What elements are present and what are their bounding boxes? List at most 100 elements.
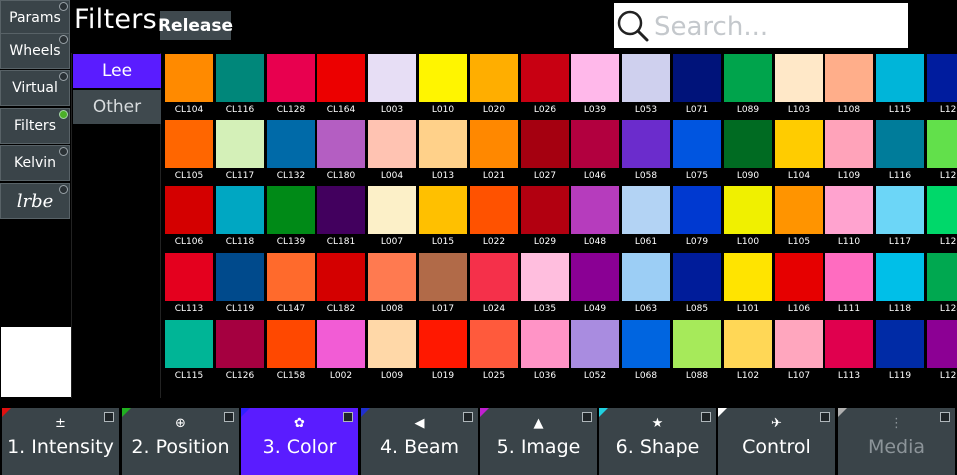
filter-swatch-l017[interactable] bbox=[419, 253, 467, 301]
filter-swatch-l106[interactable] bbox=[775, 253, 823, 301]
filter-swatch-l022[interactable] bbox=[470, 186, 518, 234]
filter-swatch-l063[interactable] bbox=[622, 253, 670, 301]
filter-swatch-cl117[interactable] bbox=[216, 120, 264, 168]
filter-swatch-l124[interactable] bbox=[927, 253, 957, 301]
manufacturer-lee[interactable]: Lee bbox=[73, 54, 161, 88]
filter-swatch-l046[interactable] bbox=[571, 120, 619, 168]
filter-swatch-l079[interactable] bbox=[673, 186, 721, 234]
filter-swatch-l027[interactable] bbox=[521, 120, 569, 168]
filter-swatch-l101[interactable] bbox=[724, 253, 772, 301]
tab-beam[interactable]: ◀ 4. Beam bbox=[361, 408, 478, 475]
filter-swatch-l026[interactable] bbox=[521, 54, 569, 102]
filter-swatch-l049[interactable] bbox=[571, 253, 619, 301]
filter-swatch-l015[interactable] bbox=[419, 186, 467, 234]
filter-swatch-l104[interactable] bbox=[775, 120, 823, 168]
filter-swatch-l109[interactable] bbox=[825, 120, 873, 168]
filter-swatch-l103[interactable] bbox=[775, 54, 823, 102]
filter-swatch-l013[interactable] bbox=[419, 120, 467, 168]
filter-swatch-l068[interactable] bbox=[622, 320, 670, 368]
filter-swatch-cl116[interactable] bbox=[216, 54, 264, 102]
filter-swatch-l107[interactable] bbox=[775, 320, 823, 368]
filter-swatch-l039[interactable] bbox=[571, 54, 619, 102]
filter-swatch-cl104[interactable] bbox=[165, 54, 213, 102]
filter-swatch-l053[interactable] bbox=[622, 54, 670, 102]
filter-swatch-l003[interactable] bbox=[368, 54, 416, 102]
tab-select-checkbox[interactable] bbox=[463, 412, 473, 422]
filter-swatch-l009[interactable] bbox=[368, 320, 416, 368]
search-box[interactable] bbox=[614, 3, 908, 48]
filter-swatch-cl164[interactable] bbox=[317, 54, 365, 102]
search-input[interactable] bbox=[652, 10, 906, 44]
filter-swatch-l100[interactable] bbox=[724, 186, 772, 234]
filter-swatch-l020[interactable] bbox=[470, 54, 518, 102]
filter-swatch-l118[interactable] bbox=[876, 253, 924, 301]
filter-swatch-cl119[interactable] bbox=[216, 253, 264, 301]
tab-image[interactable]: ▲ 5. Image bbox=[480, 408, 597, 475]
filter-swatch-l036[interactable] bbox=[521, 320, 569, 368]
filter-swatch-l008[interactable] bbox=[368, 253, 416, 301]
filter-swatch-l115[interactable] bbox=[876, 54, 924, 102]
filter-swatch-l116[interactable] bbox=[876, 120, 924, 168]
filter-swatch-l105[interactable] bbox=[775, 186, 823, 234]
nav-wheels-button[interactable]: Wheels bbox=[0, 33, 70, 69]
filter-swatch-l088[interactable] bbox=[673, 320, 721, 368]
filter-swatch-cl182[interactable] bbox=[317, 253, 365, 301]
filter-swatch-cl158[interactable] bbox=[267, 320, 315, 368]
filter-swatch-l090[interactable] bbox=[724, 120, 772, 168]
filter-swatch-cl113[interactable] bbox=[165, 253, 213, 301]
tab-select-checkbox[interactable] bbox=[701, 412, 711, 422]
tab-control[interactable]: ✈ Control bbox=[718, 408, 835, 475]
tab-select-checkbox[interactable] bbox=[224, 412, 234, 422]
tab-media[interactable]: ⋮ Media bbox=[838, 408, 955, 475]
filter-swatch-l052[interactable] bbox=[571, 320, 619, 368]
tab-select-checkbox[interactable] bbox=[940, 412, 950, 422]
filter-swatch-l126[interactable] bbox=[927, 320, 957, 368]
tab-select-checkbox[interactable] bbox=[820, 412, 830, 422]
filter-swatch-l029[interactable] bbox=[521, 186, 569, 234]
filter-swatch-cl132[interactable] bbox=[267, 120, 315, 168]
filter-swatch-cl105[interactable] bbox=[165, 120, 213, 168]
nav-virtual-button[interactable]: Virtual bbox=[0, 70, 70, 106]
filter-swatch-l102[interactable] bbox=[724, 320, 772, 368]
filter-swatch-cl147[interactable] bbox=[267, 253, 315, 301]
filter-swatch-l004[interactable] bbox=[368, 120, 416, 168]
filter-swatch-l025[interactable] bbox=[470, 320, 518, 368]
filter-swatch-cl118[interactable] bbox=[216, 186, 264, 234]
nav-kelvin-button[interactable]: Kelvin bbox=[0, 145, 70, 181]
filter-swatch-l035[interactable] bbox=[521, 253, 569, 301]
tab-select-checkbox[interactable] bbox=[343, 412, 353, 422]
manufacturer-other[interactable]: Other bbox=[73, 90, 161, 124]
filter-swatch-l113[interactable] bbox=[825, 320, 873, 368]
filter-swatch-cl139[interactable] bbox=[267, 186, 315, 234]
tab-select-checkbox[interactable] bbox=[104, 412, 114, 422]
filter-swatch-l117[interactable] bbox=[876, 186, 924, 234]
filter-swatch-cl106[interactable] bbox=[165, 186, 213, 234]
filter-swatch-l110[interactable] bbox=[825, 186, 873, 234]
nav-filters-button[interactable]: Filters bbox=[0, 108, 70, 144]
filter-swatch-cl128[interactable] bbox=[267, 54, 315, 102]
filter-swatch-l122[interactable] bbox=[927, 186, 957, 234]
filter-swatch-l089[interactable] bbox=[724, 54, 772, 102]
tab-shape[interactable]: ★ 6. Shape bbox=[599, 408, 716, 475]
filter-swatch-l111[interactable] bbox=[825, 253, 873, 301]
filter-swatch-cl180[interactable] bbox=[317, 120, 365, 168]
filter-swatch-cl181[interactable] bbox=[317, 186, 365, 234]
filter-swatch-l021[interactable] bbox=[470, 120, 518, 168]
filter-swatch-l071[interactable] bbox=[673, 54, 721, 102]
tab-position[interactable]: ⊕ 2. Position bbox=[122, 408, 239, 475]
filter-swatch-l119[interactable] bbox=[876, 320, 924, 368]
filter-swatch-l002[interactable] bbox=[317, 320, 365, 368]
filter-swatch-l120[interactable] bbox=[927, 54, 957, 102]
nav-lrbe-button[interactable]: lrbe bbox=[0, 183, 70, 219]
filter-swatch-l075[interactable] bbox=[673, 120, 721, 168]
tab-select-checkbox[interactable] bbox=[582, 412, 592, 422]
filter-swatch-l061[interactable] bbox=[622, 186, 670, 234]
filter-swatch-l085[interactable] bbox=[673, 253, 721, 301]
filter-swatch-l024[interactable] bbox=[470, 253, 518, 301]
filter-swatch-l121[interactable] bbox=[927, 120, 957, 168]
nav-params-button[interactable]: Params bbox=[0, 0, 70, 36]
filter-swatch-l019[interactable] bbox=[419, 320, 467, 368]
filter-swatch-cl126[interactable] bbox=[216, 320, 264, 368]
filter-swatch-l108[interactable] bbox=[825, 54, 873, 102]
filter-swatch-cl115[interactable] bbox=[165, 320, 213, 368]
